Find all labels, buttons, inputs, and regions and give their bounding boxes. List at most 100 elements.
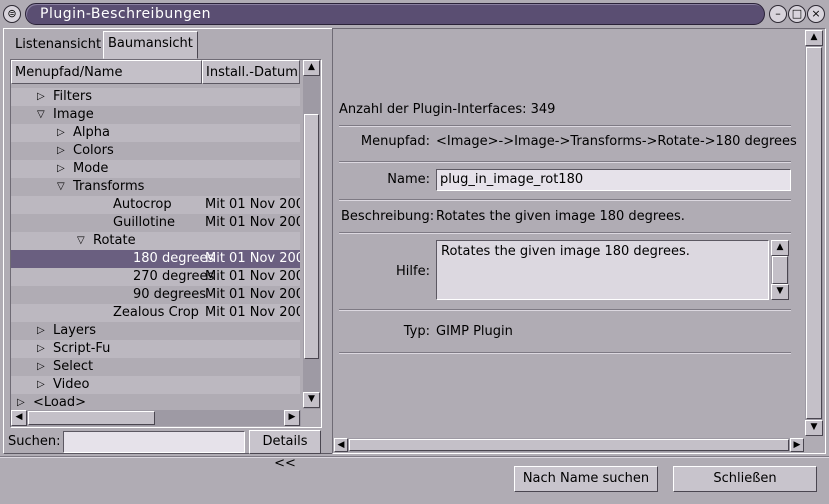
tree-row-label: Alpha — [73, 125, 110, 140]
tree-row-label: <Load> — [33, 395, 86, 409]
type-value: GIMP Plugin — [436, 324, 513, 339]
search-input[interactable] — [63, 431, 245, 453]
help-scroll-up-button[interactable]: ▲ — [771, 240, 789, 256]
tree-row-label: Colors — [73, 143, 114, 158]
tree-row[interactable]: Guillotine Mit 01 Nov 200 — [11, 214, 300, 232]
type-label: Typ: — [403, 324, 430, 339]
tree-row[interactable]: ▽ Transforms — [11, 178, 300, 196]
menupath-value: <Image>->Image->Transforms->Rotate->180 … — [436, 134, 797, 149]
plugin-count-text: Anzahl der Plugin-Interfaces: 349 — [339, 102, 556, 117]
tree-row-label: 90 degrees — [133, 287, 207, 302]
tree-row[interactable]: ▽ Rotate — [11, 232, 300, 250]
expand-arrow-icon[interactable]: ▷ — [37, 88, 45, 106]
collapse-arrow-icon[interactable]: ▽ — [37, 106, 45, 124]
name-label: Name: — [387, 172, 430, 187]
tree-row-date: Mit 01 Nov 200 — [205, 197, 300, 212]
separator-1 — [339, 125, 791, 127]
footer-separator — [0, 456, 829, 458]
tree-row[interactable]: ▽ Image — [11, 106, 300, 124]
tab-baumansicht[interactable]: Baumansicht — [103, 31, 198, 59]
tree-row-date: Mit 01 Nov 200 — [205, 305, 300, 320]
details-scroll-right-button[interactable]: ▶ — [790, 438, 804, 452]
expand-arrow-icon[interactable]: ▷ — [37, 322, 45, 340]
tree-row[interactable]: ▷ Mode — [11, 160, 300, 178]
search-by-name-button[interactable]: Nach Name suchen — [514, 466, 658, 492]
details-scroll-up-button[interactable]: ▲ — [805, 30, 823, 46]
tree-row[interactable]: ▷ <Load> — [11, 394, 300, 409]
help-vscroll-thumb[interactable] — [772, 256, 788, 284]
separator-6 — [339, 352, 791, 354]
tree-row-label: Script-Fu — [53, 341, 111, 356]
tree-row-label: Zealous Crop — [113, 305, 199, 320]
window-title: Plugin-Beschreibungen — [40, 6, 211, 22]
tree-row-label: Autocrop — [113, 197, 172, 212]
tree-scroll-down-button[interactable]: ▼ — [303, 392, 320, 408]
tree-row-date: Mit 01 Nov 200 — [205, 251, 300, 266]
expand-arrow-icon[interactable]: ▷ — [57, 160, 65, 178]
tree-row-label: 270 degrees — [133, 269, 215, 284]
expand-arrow-icon[interactable]: ▷ — [37, 376, 45, 394]
tree-row-label: Layers — [53, 323, 97, 338]
close-button[interactable]: Schließen — [673, 466, 817, 492]
separator-2 — [339, 161, 791, 163]
tree-row[interactable]: ▷ Script-Fu — [11, 340, 300, 358]
details-scroll-left-button[interactable]: ◀ — [334, 438, 348, 452]
tree-scroll-right-button[interactable]: ▶ — [284, 410, 300, 426]
tree-row-label: Mode — [73, 161, 109, 176]
tree-row-label: Select — [53, 359, 94, 374]
tree-row[interactable]: 270 degrees Mit 01 Nov 200 — [11, 268, 300, 286]
description-label: Beschreibung: — [341, 209, 435, 224]
expand-arrow-icon[interactable]: ▷ — [57, 124, 65, 142]
tree-row[interactable]: 90 degrees Mit 01 Nov 200 — [11, 286, 300, 304]
separator-3 — [339, 199, 791, 201]
tree-row-label: Video — [53, 377, 90, 392]
details-vscroll-thumb[interactable] — [806, 47, 822, 419]
window-menu-button[interactable]: ⊜ — [3, 5, 21, 23]
menupath-label: Menupfad: — [360, 134, 430, 149]
tree-row-label: Image — [53, 107, 94, 122]
tree-row[interactable]: ▷ Colors — [11, 142, 300, 160]
collapse-arrow-icon[interactable]: ▽ — [57, 178, 65, 196]
help-label: Hilfe: — [396, 264, 430, 279]
details-hscroll-thumb[interactable] — [349, 439, 789, 451]
tree-row[interactable]: 180 degrees Mit 01 Nov 200 — [11, 250, 300, 268]
name-field[interactable]: plug_in_image_rot180 — [436, 169, 791, 191]
collapse-arrow-icon[interactable]: ▽ — [77, 232, 85, 250]
tree-row[interactable]: Autocrop Mit 01 Nov 200 — [11, 196, 300, 214]
description-value: Rotates the given image 180 degrees. — [436, 209, 685, 224]
tree-row-date: Mit 01 Nov 200 — [205, 269, 300, 284]
separator-4 — [339, 232, 791, 234]
tree-row[interactable]: ▷ Filters — [11, 88, 300, 106]
help-textarea[interactable]: Rotates the given image 180 degrees. — [436, 240, 769, 300]
help-scroll-down-button[interactable]: ▼ — [771, 284, 789, 300]
tree-row-date: Mit 01 Nov 200 — [205, 215, 300, 230]
details-toggle-button[interactable]: Details << — [249, 430, 321, 471]
expand-arrow-icon[interactable]: ▷ — [57, 142, 65, 160]
tree-scroll-up-button[interactable]: ▲ — [303, 60, 320, 76]
tree-row[interactable]: Zealous Crop Mit 01 Nov 200 — [11, 304, 300, 322]
minimize-button[interactable]: – — [769, 5, 787, 23]
close-window-button[interactable]: × — [807, 5, 825, 23]
expand-arrow-icon[interactable]: ▷ — [17, 394, 25, 409]
tab-listenansicht[interactable]: Listenansicht — [11, 33, 106, 59]
expand-arrow-icon[interactable]: ▷ — [37, 340, 45, 358]
column-header-install-date[interactable]: Install.-Datum — [202, 60, 300, 84]
tree-row[interactable]: ▷ Video — [11, 376, 300, 394]
expand-arrow-icon[interactable]: ▷ — [37, 358, 45, 376]
tree-scroll-left-button[interactable]: ◀ — [11, 410, 27, 426]
tree-row-label: Guillotine — [113, 215, 176, 230]
tree-row[interactable]: ▷ Layers — [11, 322, 300, 340]
tree-row[interactable]: ▷ Select — [11, 358, 300, 376]
tree-row-date: Mit 01 Nov 200 — [205, 287, 300, 302]
tree-vscroll-thumb[interactable] — [304, 114, 319, 359]
maximize-button[interactable]: □ — [788, 5, 806, 23]
tree-row-label: Transforms — [73, 179, 145, 194]
tree-row[interactable]: ▷ Alpha — [11, 124, 300, 142]
search-label: Suchen: — [8, 434, 61, 449]
details-scroll-down-button[interactable]: ▼ — [805, 420, 823, 436]
separator-5 — [339, 309, 791, 311]
tree-row-label: Filters — [53, 89, 92, 104]
tree-hscroll-thumb[interactable] — [28, 411, 155, 425]
tree-row-label: Rotate — [93, 233, 136, 248]
column-header-menupath[interactable]: Menupfad/Name — [11, 60, 202, 84]
